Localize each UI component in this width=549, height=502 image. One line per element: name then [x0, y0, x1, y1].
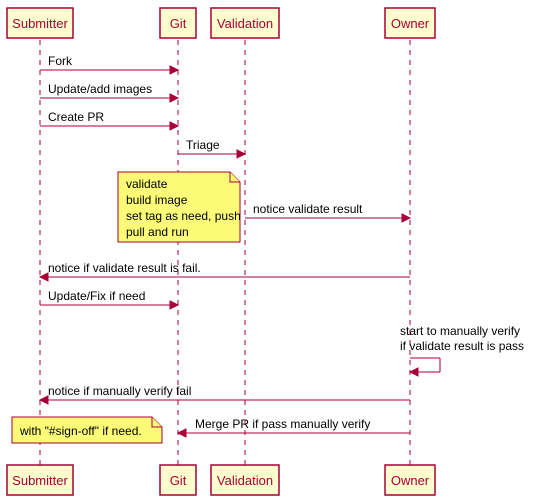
participant-label: Git	[170, 473, 187, 488]
note-line: build image	[126, 193, 188, 207]
participant-label: Owner	[391, 16, 430, 31]
message-notice-validate-result: notice validate result	[245, 202, 410, 222]
message-label: start to manually verify	[400, 324, 520, 338]
message-update-fix: Update/Fix if need	[40, 289, 178, 309]
message-label: Update/add images	[48, 82, 152, 96]
note-line: pull and run	[126, 225, 189, 239]
message-label: Create PR	[48, 110, 104, 124]
message-update-add-images: Update/add images	[40, 82, 178, 102]
message-label: if validate result is pass	[400, 339, 524, 353]
participant-validation-top: Validation	[211, 8, 279, 38]
note-line: with "#sign-off" if need.	[19, 424, 142, 438]
message-fork: Fork	[40, 54, 178, 74]
message-merge-pr: Merge PR if pass manually verify	[178, 417, 410, 437]
note-line: validate	[126, 177, 168, 191]
note-line: set tag as need, push	[126, 209, 241, 223]
participant-git-bottom: Git	[160, 465, 196, 495]
note-validate: validate build image set tag as need, pu…	[118, 172, 241, 242]
message-triage: Triage	[178, 138, 245, 158]
note-signoff: with "#sign-off" if need.	[12, 417, 162, 443]
participant-label: Validation	[217, 16, 273, 31]
participant-git-top: Git	[160, 8, 196, 38]
message-label: Fork	[48, 54, 73, 68]
participant-label: Owner	[391, 473, 430, 488]
participant-label: Submitter	[12, 473, 68, 488]
participant-validation-bottom: Validation	[211, 465, 279, 495]
message-label: notice validate result	[253, 202, 363, 216]
message-label: notice if manually verify fail	[48, 384, 191, 398]
message-notice-manual-fail: notice if manually verify fail	[40, 384, 410, 404]
message-create-pr: Create PR	[40, 110, 178, 130]
message-label: Triage	[186, 138, 220, 152]
participant-owner-bottom: Owner	[385, 465, 435, 495]
participant-label: Submitter	[12, 16, 68, 31]
participant-submitter-top: Submitter	[7, 8, 73, 38]
participant-submitter-bottom: Submitter	[7, 465, 73, 495]
message-label: notice if validate result is fail.	[48, 261, 201, 275]
message-notice-fail: notice if validate result is fail.	[40, 261, 410, 281]
sequence-diagram: Submitter Git Validation Owner Fork Upda…	[0, 0, 549, 502]
participant-owner-top: Owner	[385, 8, 435, 38]
participant-label: Validation	[217, 473, 273, 488]
message-label: Update/Fix if need	[48, 289, 145, 303]
participant-label: Git	[170, 16, 187, 31]
message-start-manual-verify: start to manually verify if validate res…	[400, 324, 524, 376]
message-label: Merge PR if pass manually verify	[195, 417, 370, 431]
